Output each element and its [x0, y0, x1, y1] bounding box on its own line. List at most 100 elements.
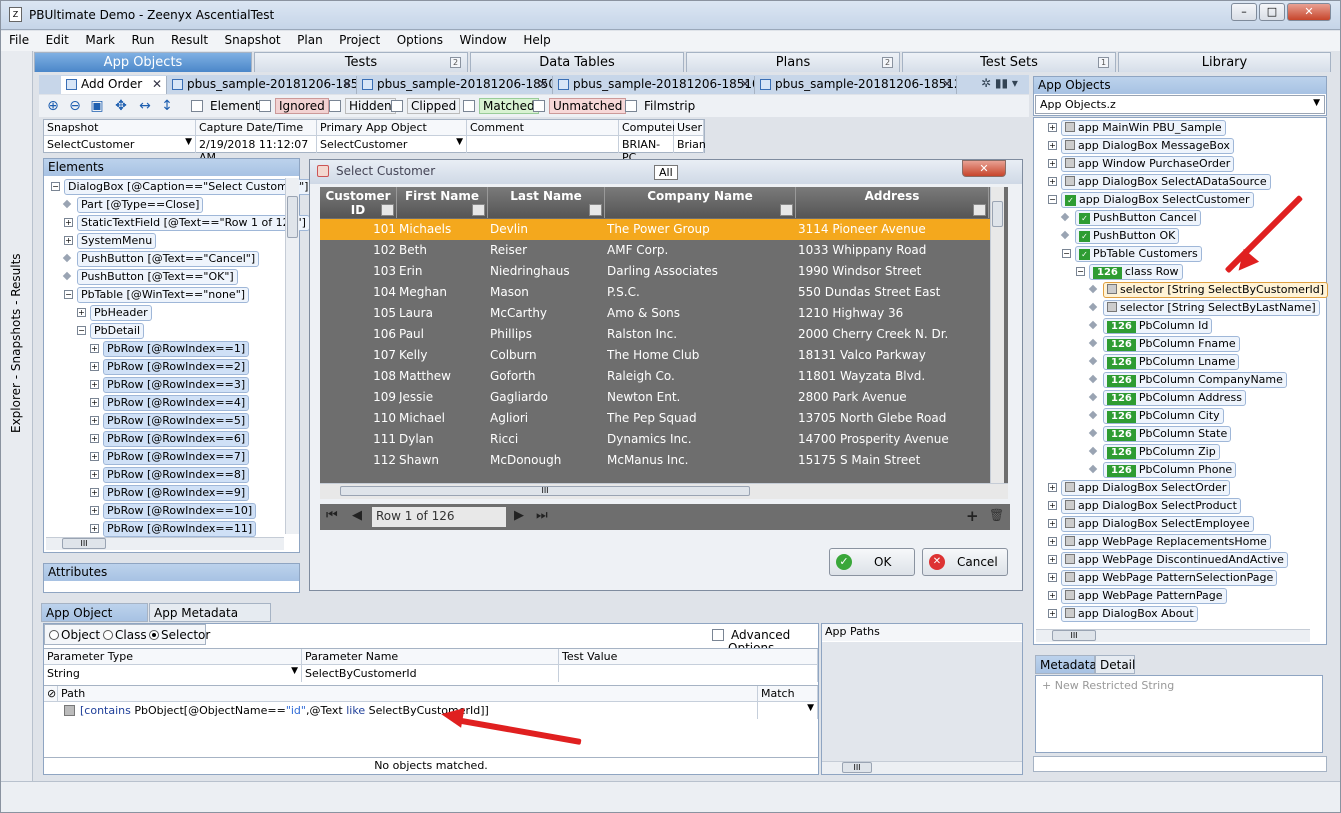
parameter-name-field[interactable]: SelectByCustomerId	[302, 665, 559, 682]
table-row[interactable]: 110 Michael Agliori The Pep Squad 13705 Nort…	[320, 408, 990, 429]
comment-field[interactable]	[467, 136, 619, 153]
table-row[interactable]: 105 Laura McCarthy Amo & Sons 1210 Highway 3…	[320, 303, 990, 324]
elements-hscroll[interactable]: III	[46, 537, 284, 550]
expand-icon[interactable]: +	[1048, 483, 1057, 492]
advanced-options-checkbox[interactable]: Advanced Options	[712, 629, 818, 655]
scroll-thumb[interactable]: III	[340, 486, 750, 496]
primary-app-object-select[interactable]: SelectCustomer ▼	[317, 136, 467, 153]
tab-plans[interactable]: Plans 2	[686, 52, 900, 72]
fit-width-icon[interactable]: ↔	[137, 98, 153, 114]
leaf-icon[interactable]	[62, 199, 72, 209]
maximize-button[interactable]: □	[1259, 3, 1285, 21]
fit-height-icon[interactable]: ↕	[159, 98, 175, 114]
menu-help[interactable]: Help	[515, 31, 555, 47]
tab-metadata[interactable]: Metadata	[1035, 655, 1097, 674]
delete-row-icon[interactable]: 🗑	[989, 508, 1004, 522]
leaf-icon[interactable]	[1088, 302, 1098, 312]
tab-detail[interactable]: Detail	[1095, 655, 1135, 674]
selector-radio[interactable]: Selector	[149, 628, 210, 642]
expand-icon[interactable]: −	[77, 326, 86, 335]
dialog-close-button[interactable]: ✕	[962, 160, 1006, 177]
minimize-button[interactable]: –	[1231, 3, 1257, 21]
filter-icon[interactable]	[472, 204, 485, 216]
filter-icon[interactable]	[780, 204, 793, 216]
tab-app-objects[interactable]: App Objects	[34, 52, 252, 72]
leaf-icon[interactable]	[1088, 410, 1098, 420]
table-row[interactable]: 111 Dylan Ricci Dynamics Inc. 14700 Prosperi…	[320, 429, 990, 450]
expand-icon[interactable]: −	[1076, 267, 1085, 276]
ignored-checkbox[interactable]: Ignored	[259, 98, 329, 114]
leaf-icon[interactable]	[1088, 428, 1098, 438]
doc-tab-snapshot-2[interactable]: pbus_sample-20181206-185053 ✕	[357, 76, 553, 94]
scroll-thumb[interactable]: III	[62, 538, 106, 549]
close-tab-icon[interactable]: ✕	[152, 76, 162, 93]
tab-test-sets[interactable]: Test Sets 1	[902, 52, 1116, 72]
table-row[interactable]: 104 Meghan Mason P.S.C. 550 Dundas Street Ea…	[320, 282, 990, 303]
expand-icon[interactable]: +	[90, 416, 99, 425]
table-row[interactable]: 108 Matthew Goforth Raleigh Co. 11801 Wayzat…	[320, 366, 990, 387]
leaf-icon[interactable]	[1088, 320, 1098, 330]
close-button[interactable]: ✕	[1287, 3, 1331, 21]
table-row[interactable]: 109 Jessie Gagliardo Newton Ent. 2800 Park A…	[320, 387, 990, 408]
leaf-icon[interactable]	[1088, 392, 1098, 402]
menu-run[interactable]: Run	[123, 31, 159, 47]
scroll-thumb[interactable]	[992, 201, 1003, 227]
leaf-icon[interactable]	[1088, 464, 1098, 474]
all-filter-button[interactable]: All	[654, 165, 678, 180]
elements-vscroll[interactable]	[285, 178, 299, 534]
menu-snapshot[interactable]: Snapshot	[217, 31, 286, 47]
move-icon[interactable]: ✥	[113, 98, 129, 114]
expand-icon[interactable]: +	[1048, 141, 1057, 150]
expand-icon[interactable]: +	[77, 308, 86, 317]
doc-tab-snapshot-3[interactable]: pbus_sample-20181206-185107 ✕	[553, 76, 755, 94]
table-row[interactable]: 102 Beth Reiser AMF Corp. 1033 Whippany Road	[320, 240, 990, 261]
expand-icon[interactable]: +	[1048, 123, 1057, 132]
expand-icon[interactable]: +	[90, 362, 99, 371]
close-tab-icon[interactable]: ✕	[538, 76, 548, 93]
expand-icon[interactable]: −	[64, 290, 73, 299]
tab-app-object-editor[interactable]: App Object Editor	[41, 603, 148, 638]
expand-icon[interactable]: +	[90, 452, 99, 461]
doc-tab-snapshot-1[interactable]: pbus_sample-20181206-185002✕	[167, 76, 357, 94]
side-strip-label[interactable]: Explorer - Snapshots - Results	[9, 253, 23, 433]
leaf-icon[interactable]	[1088, 284, 1098, 294]
hidden-checkbox[interactable]: Hidden	[329, 98, 396, 114]
expand-icon[interactable]: +	[90, 488, 99, 497]
expand-icon[interactable]: −	[51, 182, 60, 191]
filmstrip-checkbox[interactable]: Filmstrip	[625, 100, 698, 113]
expand-icon[interactable]: +	[90, 434, 99, 443]
first-page-icon[interactable]: ⏮	[326, 508, 338, 523]
scroll-thumb[interactable]	[287, 196, 298, 238]
menu-mark[interactable]: Mark	[77, 31, 120, 47]
menu-result[interactable]: Result	[163, 31, 213, 47]
scroll-thumb[interactable]: III	[842, 762, 872, 773]
leaf-icon[interactable]	[1088, 446, 1098, 456]
last-page-icon[interactable]: ⏭	[536, 508, 548, 523]
expand-icon[interactable]: +	[90, 380, 99, 389]
menu-edit[interactable]: Edit	[38, 31, 74, 47]
expand-icon[interactable]: +	[90, 524, 99, 533]
close-tab-icon[interactable]: ✕	[740, 76, 750, 93]
expand-icon[interactable]: +	[90, 470, 99, 479]
leaf-icon[interactable]	[62, 271, 72, 281]
app-objects-hscroll[interactable]: III	[1036, 629, 1310, 642]
table-row[interactable]: 107 Kelly Colburn The Home Club 18131 Valco …	[320, 345, 990, 366]
leaf-icon[interactable]	[1088, 374, 1098, 384]
prev-page-icon[interactable]: ◀	[352, 508, 362, 523]
expand-icon[interactable]: +	[1048, 609, 1057, 618]
close-tab-icon[interactable]: ✕	[342, 76, 352, 93]
col-header-customer-id[interactable]: Customer ID	[320, 187, 397, 218]
menu-plan[interactable]: Plan	[289, 31, 328, 47]
elements-checkbox[interactable]: Elements	[191, 100, 269, 113]
test-value-field[interactable]	[559, 665, 818, 682]
app-objects-file-select[interactable]: App Objects.z ▼	[1035, 95, 1325, 114]
clipped-checkbox[interactable]: Clipped	[391, 98, 461, 114]
expand-icon[interactable]: +	[1048, 537, 1057, 546]
doc-tab-snapshot-4[interactable]: pbus_sample-20181206-185121 ✕	[755, 76, 957, 94]
col-header-first-name[interactable]: First Name	[397, 187, 488, 218]
expand-icon[interactable]: −	[1062, 249, 1071, 258]
leaf-icon[interactable]	[62, 253, 72, 263]
tab-options-icon[interactable]: ✲ ▮▮ ▾	[981, 76, 1018, 90]
expand-icon[interactable]: +	[1048, 519, 1057, 528]
col-header-last-name[interactable]: Last Name	[488, 187, 605, 218]
